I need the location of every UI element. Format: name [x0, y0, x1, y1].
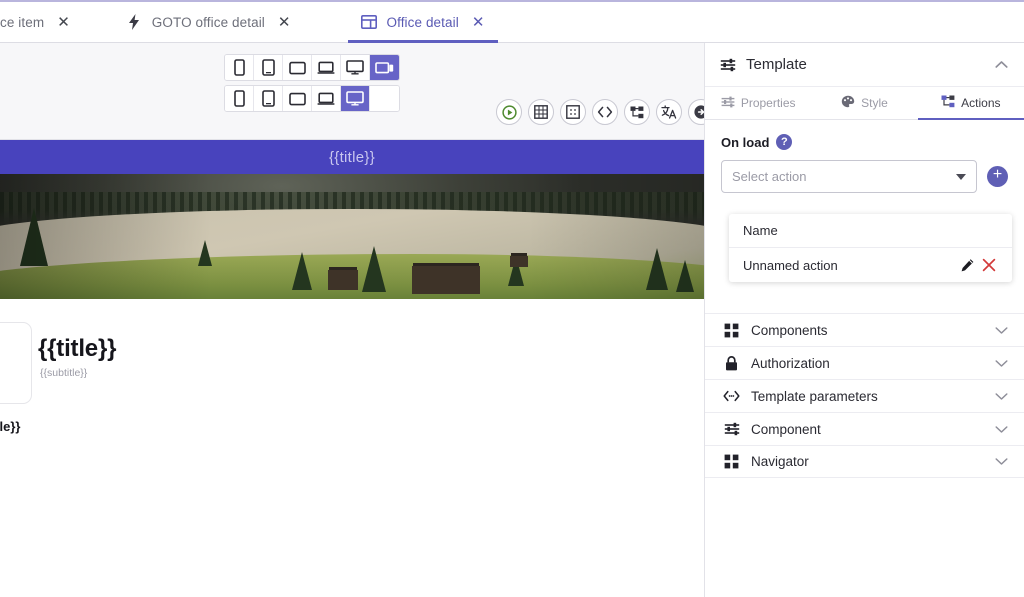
code-brackets-icon: [723, 390, 740, 402]
code-icon[interactable]: [592, 99, 618, 125]
tab-label: Style: [861, 96, 888, 110]
tab-ce-item[interactable]: ce item ✕: [0, 2, 84, 42]
section-authorization[interactable]: Authorization: [705, 346, 1024, 379]
device2-laptop-button[interactable]: [312, 86, 341, 111]
tab-label: Actions: [961, 96, 1000, 110]
hero-vignette: [0, 174, 704, 299]
panel-title: Template: [746, 56, 985, 73]
tab-office-detail[interactable]: Office detail ✕: [348, 2, 498, 42]
sliders-icon: [721, 96, 735, 111]
tab-label: ce item: [0, 15, 44, 30]
device-row-active: [224, 85, 400, 112]
pencil-icon[interactable]: [956, 258, 978, 273]
section-label: Component: [751, 422, 984, 437]
panel-header: Template: [705, 43, 1024, 87]
column-header-name: Name: [743, 223, 778, 238]
subtitle: {{subtitle}}: [40, 367, 87, 379]
on-load-section: On load ? Select action +: [705, 120, 1024, 193]
secondary-title: _title}}: [0, 419, 20, 434]
preview-play-icon[interactable]: [496, 99, 522, 125]
properties-panel: Template Properties Style: [704, 43, 1024, 597]
section-label: Authorization: [751, 356, 984, 371]
main-title: {{title}}: [38, 335, 116, 363]
panel-sections: Components Authorization Template para: [705, 313, 1024, 478]
tab-bar: ce item ✕ GOTO office detail ✕ Office de…: [0, 0, 1024, 43]
chevron-up-icon[interactable]: [995, 58, 1008, 72]
section-label: Navigator: [751, 454, 984, 469]
device-row-spacer: [370, 86, 399, 111]
section-navigator[interactable]: Navigator: [705, 445, 1024, 478]
chevron-down-icon: [995, 422, 1008, 437]
panel-tabs: Properties Style Actions: [705, 87, 1024, 120]
tab-label: GOTO office detail: [152, 15, 265, 30]
device2-tablet-portrait-button[interactable]: [254, 86, 283, 111]
device2-desktop-button[interactable]: [341, 86, 370, 111]
grid-squares-icon: [723, 454, 740, 469]
chevron-down-icon: [995, 454, 1008, 469]
select-action-row: Select action +: [721, 160, 1008, 193]
device-mobile-portrait-button[interactable]: [225, 55, 254, 80]
chevron-down-icon: [995, 356, 1008, 371]
select-action-value: Select action: [732, 169, 806, 184]
hero-image[interactable]: [0, 174, 704, 299]
close-icon[interactable]: ✕: [472, 15, 485, 30]
tab-properties[interactable]: Properties: [705, 87, 811, 119]
grid-icon[interactable]: [528, 99, 554, 125]
banner-title: {{title}}: [329, 149, 375, 166]
device-desktop-button[interactable]: [341, 55, 370, 80]
chevron-down-icon: [995, 323, 1008, 338]
tab-actions[interactable]: Actions: [918, 87, 1024, 119]
palette-icon: [841, 95, 855, 111]
section-components[interactable]: Components: [705, 313, 1024, 346]
action-list-header: Name: [729, 214, 1012, 248]
device-tablet-portrait-button[interactable]: [254, 55, 283, 80]
sitemap-icon: [941, 95, 955, 111]
sitemap-icon[interactable]: [624, 99, 650, 125]
device2-tablet-landscape-button[interactable]: [283, 86, 312, 111]
device-laptop-button[interactable]: [312, 55, 341, 80]
lock-icon: [723, 356, 740, 371]
translate-icon[interactable]: [656, 99, 682, 125]
template-layout-icon: [360, 14, 377, 31]
on-load-text: On load: [721, 135, 769, 150]
close-icon[interactable]: ✕: [278, 15, 291, 30]
lightning-icon: [126, 14, 143, 31]
toolbar-action-buttons: [496, 99, 714, 125]
section-component[interactable]: Component: [705, 412, 1024, 445]
section-label: Components: [751, 323, 984, 338]
on-load-label: On load ?: [721, 134, 1008, 150]
grid-squares-icon: [723, 323, 740, 338]
tab-label: Properties: [741, 96, 796, 110]
dotted-grid-icon[interactable]: [560, 99, 586, 125]
sliders-icon: [719, 58, 736, 72]
select-action-dropdown[interactable]: Select action: [721, 160, 977, 193]
section-label: Template parameters: [751, 389, 984, 404]
device-selector-group: [224, 54, 400, 112]
sliders-icon: [723, 422, 740, 436]
tab-goto-office-detail[interactable]: GOTO office detail ✕: [114, 2, 305, 42]
design-canvas[interactable]: {{title}} {{title}} {{subtitle}} _title}…: [0, 140, 704, 597]
close-icon[interactable]: ✕: [57, 15, 70, 30]
tab-style[interactable]: Style: [811, 87, 917, 119]
app-root: ce item ✕ GOTO office detail ✕ Office de…: [0, 0, 1024, 597]
action-list-row[interactable]: Unnamed action: [729, 248, 1012, 282]
close-x-icon[interactable]: [978, 258, 1000, 272]
tab-label: Office detail: [386, 15, 458, 30]
avatar-card[interactable]: [0, 322, 32, 404]
editor-toolbar: [0, 43, 704, 140]
action-list: Name Unnamed action: [729, 214, 1012, 282]
device-row-breakpoints: [224, 54, 400, 81]
device-tablet-landscape-button[interactable]: [283, 55, 312, 80]
chevron-down-icon: [995, 389, 1008, 404]
section-template-parameters[interactable]: Template parameters: [705, 379, 1024, 412]
action-name: Unnamed action: [743, 258, 956, 273]
add-action-button[interactable]: +: [987, 166, 1008, 187]
content-area: {{title}} {{subtitle}} _title}} {title}}…: [0, 299, 704, 597]
device2-mobile-portrait-button[interactable]: [225, 86, 254, 111]
device-responsive-button[interactable]: [370, 55, 399, 80]
chevron-down-icon: [956, 174, 966, 180]
help-icon[interactable]: ?: [776, 134, 792, 150]
page-banner[interactable]: {{title}}: [0, 140, 704, 174]
